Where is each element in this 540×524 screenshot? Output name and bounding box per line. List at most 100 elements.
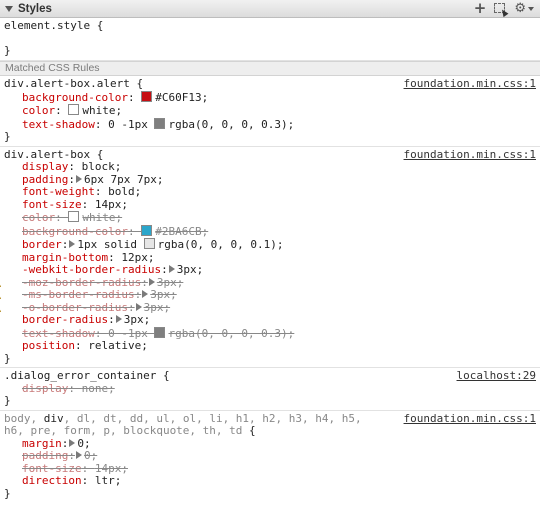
css-property-overridden[interactable]: padding: 0; bbox=[4, 449, 536, 463]
matched-css-rules-header: Matched CSS Rules bbox=[0, 61, 540, 76]
css-property[interactable]: position: relative; bbox=[4, 339, 536, 353]
color-swatch-icon[interactable] bbox=[143, 238, 155, 249]
property-name[interactable]: display bbox=[22, 160, 68, 173]
property-value[interactable]: 3px; bbox=[124, 313, 151, 326]
property-value[interactable]: 0 -1px bbox=[108, 327, 154, 340]
property-value[interactable]: block; bbox=[82, 160, 122, 173]
css-property-overridden[interactable]: color: white; bbox=[4, 211, 536, 225]
property-value[interactable]: 6px 7px 7px; bbox=[84, 173, 163, 186]
styles-pane-header[interactable]: Styles + ⚙ bbox=[0, 0, 540, 18]
property-value[interactable]: div bbox=[44, 412, 64, 425]
expand-triangle-icon[interactable] bbox=[75, 174, 82, 183]
color-swatch-icon[interactable] bbox=[141, 90, 153, 102]
expand-triangle-icon[interactable] bbox=[75, 451, 82, 459]
color-swatch-icon[interactable] bbox=[68, 104, 80, 115]
property-value[interactable]: relative; bbox=[88, 339, 148, 352]
expand-triangle-icon[interactable] bbox=[142, 290, 149, 298]
expand-triangle-icon[interactable] bbox=[69, 240, 76, 248]
element-state-icon[interactable] bbox=[494, 3, 509, 18]
new-style-rule-icon[interactable]: + bbox=[474, 1, 487, 16]
property-value[interactable]: 14px; bbox=[95, 198, 128, 211]
expand-triangle-icon[interactable] bbox=[148, 277, 155, 286]
property-name: background-color bbox=[22, 90, 128, 104]
property-name[interactable]: margin-bottom bbox=[22, 251, 108, 264]
property-value[interactable]: 0; bbox=[84, 449, 97, 462]
color-swatch-icon[interactable] bbox=[154, 326, 166, 338]
property-name[interactable]: margin bbox=[22, 437, 62, 450]
property-name[interactable]: font-size bbox=[22, 198, 82, 211]
css-property-overridden[interactable]: text-shadow: 0 -1px rgba(0, 0, 0, 0.3); bbox=[4, 326, 536, 341]
property-name[interactable]: -o-border-radius bbox=[22, 301, 128, 314]
property-name[interactable]: color bbox=[22, 211, 55, 224]
property-value[interactable]: 3px; bbox=[150, 288, 177, 301]
property-value[interactable]: 3px; bbox=[177, 263, 204, 276]
expand-triangle-icon[interactable] bbox=[168, 265, 175, 273]
css-rule-alert-box[interactable]: div.alert-box { foundation.min.css:1 dis… bbox=[0, 147, 540, 368]
property-value[interactable]: body, bbox=[4, 412, 44, 425]
css-property[interactable]: border: 1px solid rgba(0, 0, 0, 0.1); bbox=[4, 238, 536, 252]
property-value[interactable]: ltr; bbox=[95, 474, 122, 487]
css-property[interactable]: color: white; bbox=[4, 104, 536, 118]
property-value: 0 -1px bbox=[108, 117, 155, 131]
color-swatch-icon[interactable] bbox=[141, 224, 153, 236]
rule-source-link[interactable]: foundation.min.css:1 bbox=[404, 412, 536, 426]
css-rule-alert-box-alert[interactable]: div.alert-box.alert { foundation.min.css… bbox=[0, 76, 540, 147]
property-value[interactable]: 0; bbox=[77, 437, 90, 450]
property-name[interactable]: text-shadow bbox=[22, 327, 95, 340]
css-property[interactable]: background-color: #C60F13; bbox=[4, 90, 536, 105]
property-name[interactable]: border-radius bbox=[22, 313, 108, 326]
css-rule-dialog-error-container[interactable]: .dialog_error_container { localhost:29 d… bbox=[0, 368, 540, 411]
property-name[interactable]: font-weight bbox=[22, 185, 95, 198]
property-name[interactable]: background-color bbox=[22, 225, 128, 238]
header-toolbar: + ⚙ bbox=[474, 0, 534, 18]
rule-source-link[interactable]: foundation.min.css:1 bbox=[404, 148, 536, 162]
property-name[interactable]: direction bbox=[22, 474, 82, 487]
css-property[interactable]: font-weight: bold; bbox=[4, 185, 536, 199]
property-name[interactable]: -ms-border-radius bbox=[22, 288, 135, 301]
property-value[interactable]: 1px solid bbox=[77, 238, 143, 251]
property-name[interactable]: padding bbox=[22, 449, 68, 462]
property-name[interactable]: font-size bbox=[22, 462, 82, 475]
property-name[interactable]: border bbox=[22, 238, 62, 251]
expand-triangle-icon[interactable] bbox=[135, 302, 142, 311]
color-swatch-icon[interactable] bbox=[154, 117, 166, 129]
property-value[interactable]: bold; bbox=[108, 185, 141, 198]
property-value[interactable]: { bbox=[242, 424, 256, 437]
gear-icon[interactable]: ⚙ bbox=[514, 2, 526, 15]
rule-close: } bbox=[4, 394, 11, 407]
property-name[interactable]: padding bbox=[22, 173, 68, 186]
element-style-block[interactable]: element.style { } bbox=[0, 18, 540, 61]
css-property[interactable]: text-shadow: 0 -1px rgba(0, 0, 0, 0.3); bbox=[4, 117, 536, 132]
property-value[interactable]: white; bbox=[82, 211, 122, 224]
expand-triangle-icon[interactable] bbox=[115, 315, 122, 323]
rule-source-link[interactable]: foundation.min.css:1 bbox=[404, 77, 536, 91]
property-name[interactable]: -moz-border-radius bbox=[22, 276, 141, 289]
css-rule-reset[interactable]: body, div, dl, dt, dd, ul, ol, li, h1, h… bbox=[0, 411, 540, 503]
property-value[interactable]: 14px; bbox=[95, 462, 128, 475]
property-value[interactable]: h6, pre, form, p, blockquote, th, td bbox=[4, 424, 242, 437]
property-value[interactable]: 3px; bbox=[144, 301, 171, 314]
css-property[interactable]: border-radius: 3px; bbox=[4, 313, 536, 327]
property-value[interactable]: none; bbox=[82, 382, 115, 395]
collapse-triangle-icon[interactable] bbox=[5, 5, 13, 12]
property-name[interactable]: position bbox=[22, 339, 75, 352]
element-style-selector[interactable]: element.style { bbox=[4, 19, 536, 33]
property-value[interactable]: 12px; bbox=[121, 251, 154, 264]
rule-source-link[interactable]: localhost:29 bbox=[457, 369, 536, 383]
warning-icon bbox=[0, 277, 2, 288]
property-value[interactable]: rgba(0, 0, 0, 0.3); bbox=[168, 327, 294, 340]
property-name: text-shadow bbox=[22, 117, 95, 131]
property-value[interactable]: , dl, dt, dd, ul, ol, li, h1, h2, h3, h4… bbox=[64, 412, 362, 425]
css-property[interactable]: direction: ltr; bbox=[4, 474, 536, 488]
css-property-overridden[interactable]: display: none; bbox=[4, 382, 536, 396]
property-value[interactable]: #2BA6CB; bbox=[155, 225, 208, 238]
color-swatch-icon[interactable] bbox=[68, 211, 80, 222]
property-value[interactable]: 3px; bbox=[157, 276, 184, 289]
property-name[interactable]: display bbox=[22, 382, 68, 395]
property-name[interactable]: -webkit-border-radius bbox=[22, 263, 161, 276]
css-property-overridden[interactable]: background-color: #2BA6CB; bbox=[4, 224, 536, 239]
css-property[interactable]: font-size: 14px; bbox=[4, 198, 536, 212]
chevron-down-icon[interactable] bbox=[528, 6, 534, 11]
expand-triangle-icon[interactable] bbox=[69, 438, 76, 447]
property-value[interactable]: rgba(0, 0, 0, 0.1); bbox=[158, 238, 284, 251]
